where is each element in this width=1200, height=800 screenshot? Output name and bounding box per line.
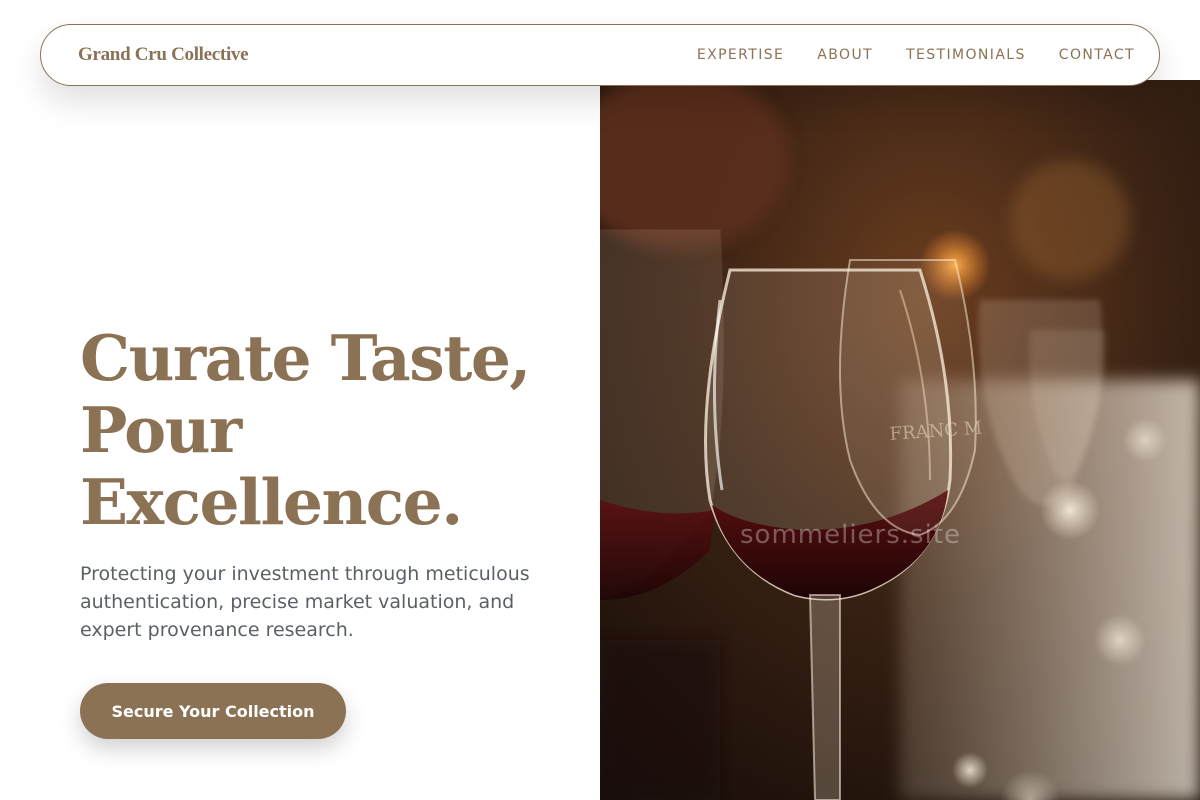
nav-link-contact[interactable]: CONTACT [1059, 47, 1135, 63]
headline-line-1: Curate Taste, [80, 321, 531, 395]
headline-line-3: Excellence. [80, 465, 463, 539]
hero-headline: Curate Taste, Pour Excellence. [80, 322, 580, 538]
hero-image-wine-glasses: FRANC M sommeliers.site [600, 80, 1200, 800]
hero-subtext: Protecting your investment through metic… [80, 563, 530, 641]
nav-link-testimonials[interactable]: TESTIMONIALS [906, 47, 1026, 63]
nav-link-about[interactable]: ABOUT [817, 47, 873, 63]
top-navigation: Grand Cru Collective EXPERTISE ABOUT TES… [40, 24, 1160, 86]
hero-text: Curate Taste, Pour Excellence. Protectin… [80, 322, 580, 644]
nav-link-expertise[interactable]: EXPERTISE [697, 47, 784, 63]
headline-line-2: Pour [80, 393, 242, 467]
nav-links: EXPERTISE ABOUT TESTIMONIALS CONTACT [697, 47, 1135, 63]
secure-collection-button[interactable]: Secure Your Collection [80, 683, 346, 739]
image-watermark: sommeliers.site [740, 520, 962, 550]
brand-logo[interactable]: Grand Cru Collective [78, 44, 249, 66]
wine-glasses-illustration: FRANC M [600, 80, 1200, 800]
